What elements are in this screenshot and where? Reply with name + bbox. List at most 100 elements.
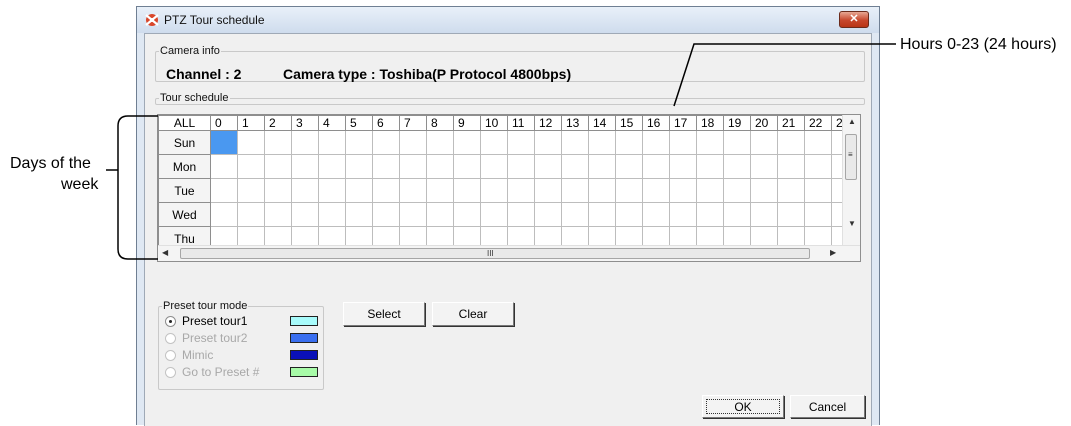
schedule-cell[interactable]	[453, 202, 481, 227]
schedule-cell[interactable]	[669, 202, 697, 227]
schedule-cell[interactable]	[318, 130, 346, 155]
schedule-cell[interactable]	[561, 154, 589, 179]
schedule-cell[interactable]	[372, 202, 400, 227]
schedule-cell[interactable]	[723, 202, 751, 227]
all-button[interactable]: ALL	[158, 115, 211, 131]
schedule-cell[interactable]	[507, 130, 535, 155]
schedule-cell[interactable]	[615, 154, 643, 179]
hour-header-cell[interactable]: 4	[318, 115, 346, 131]
schedule-cell[interactable]	[480, 178, 508, 203]
hour-header-cell[interactable]: 1	[237, 115, 265, 131]
hour-header-cell[interactable]: 11	[507, 115, 535, 131]
scroll-right-arrow-icon[interactable]: ▶	[830, 248, 836, 257]
schedule-cell[interactable]	[750, 178, 778, 203]
schedule-cell[interactable]	[696, 202, 724, 227]
schedule-cell[interactable]	[318, 154, 346, 179]
schedule-cell[interactable]	[399, 154, 427, 179]
hour-header-cell[interactable]: 21	[777, 115, 805, 131]
schedule-cell[interactable]	[534, 154, 562, 179]
vertical-scroll-thumb[interactable]: ≡	[845, 134, 857, 180]
schedule-cell[interactable]	[615, 202, 643, 227]
clear-button[interactable]: Clear	[432, 302, 514, 326]
schedule-cell[interactable]	[507, 154, 535, 179]
hour-header-cell[interactable]: 5	[345, 115, 373, 131]
hour-header-cell[interactable]: 3	[291, 115, 319, 131]
horizontal-scrollbar[interactable]: ◀ III ▶	[158, 245, 860, 261]
schedule-cell[interactable]	[372, 154, 400, 179]
scroll-left-arrow-icon[interactable]: ◀	[162, 248, 168, 257]
scroll-up-arrow-icon[interactable]: ▲	[848, 117, 856, 126]
schedule-cell[interactable]	[291, 202, 319, 227]
schedule-cell[interactable]	[561, 202, 589, 227]
schedule-cell[interactable]	[588, 202, 616, 227]
schedule-cell[interactable]	[372, 130, 400, 155]
schedule-cell[interactable]	[453, 130, 481, 155]
hour-header-cell[interactable]: 12	[534, 115, 562, 131]
ok-button[interactable]: OK	[702, 395, 784, 418]
schedule-cell[interactable]	[426, 154, 454, 179]
schedule-cell[interactable]	[237, 130, 265, 155]
day-header-cell[interactable]: Tue	[158, 178, 211, 203]
schedule-cell[interactable]	[642, 154, 670, 179]
schedule-cell[interactable]	[264, 130, 292, 155]
schedule-cell[interactable]	[750, 202, 778, 227]
preset-option[interactable]: Preset tour1	[165, 314, 325, 330]
schedule-cell[interactable]	[453, 178, 481, 203]
schedule-cell[interactable]	[696, 130, 724, 155]
schedule-cell[interactable]	[480, 202, 508, 227]
schedule-cell[interactable]	[777, 154, 805, 179]
schedule-cell[interactable]	[615, 178, 643, 203]
schedule-cell[interactable]	[480, 130, 508, 155]
select-button[interactable]: Select	[343, 302, 425, 326]
vertical-scrollbar[interactable]: ▲ ≡ ▼	[842, 115, 860, 247]
schedule-cell[interactable]	[480, 154, 508, 179]
schedule-cell[interactable]	[534, 130, 562, 155]
schedule-cell[interactable]	[264, 178, 292, 203]
schedule-cell[interactable]	[777, 178, 805, 203]
schedule-cell[interactable]	[345, 202, 373, 227]
schedule-cell[interactable]	[372, 178, 400, 203]
schedule-cell[interactable]	[723, 178, 751, 203]
schedule-cell[interactable]	[399, 178, 427, 203]
schedule-cell[interactable]	[669, 178, 697, 203]
day-header-cell[interactable]: Wed	[158, 202, 211, 227]
scroll-down-arrow-icon[interactable]: ▼	[848, 219, 856, 228]
schedule-cell[interactable]	[588, 154, 616, 179]
hour-header-cell[interactable]: 9	[453, 115, 481, 131]
schedule-cell[interactable]	[534, 178, 562, 203]
schedule-cell[interactable]	[399, 202, 427, 227]
schedule-cell[interactable]	[804, 154, 832, 179]
radio-button[interactable]	[165, 316, 176, 327]
hour-header-cell[interactable]: 15	[615, 115, 643, 131]
schedule-cell[interactable]	[210, 178, 238, 203]
schedule-cell[interactable]	[777, 130, 805, 155]
hour-header-cell[interactable]: 2	[264, 115, 292, 131]
schedule-cell[interactable]	[345, 154, 373, 179]
schedule-cell[interactable]	[264, 202, 292, 227]
schedule-cell[interactable]	[210, 154, 238, 179]
schedule-cell[interactable]	[669, 154, 697, 179]
schedule-cell[interactable]	[723, 130, 751, 155]
horizontal-scroll-thumb[interactable]: III	[180, 248, 810, 259]
schedule-cell[interactable]	[642, 178, 670, 203]
schedule-cell[interactable]	[696, 154, 724, 179]
schedule-cell[interactable]	[561, 178, 589, 203]
schedule-cell[interactable]	[804, 130, 832, 155]
schedule-cell[interactable]	[804, 178, 832, 203]
schedule-cell[interactable]	[318, 178, 346, 203]
hour-header-cell[interactable]: 19	[723, 115, 751, 131]
schedule-cell[interactable]	[750, 154, 778, 179]
schedule-cell[interactable]	[723, 154, 751, 179]
schedule-cell[interactable]	[291, 178, 319, 203]
close-button[interactable]: ✕	[839, 11, 869, 28]
hour-header-cell[interactable]: 17	[669, 115, 697, 131]
schedule-cell[interactable]	[237, 178, 265, 203]
schedule-cell[interactable]	[696, 178, 724, 203]
schedule-cell[interactable]	[534, 202, 562, 227]
schedule-cell[interactable]	[507, 178, 535, 203]
schedule-cell[interactable]	[291, 154, 319, 179]
hour-header-cell[interactable]: 14	[588, 115, 616, 131]
hour-header-cell[interactable]: 6	[372, 115, 400, 131]
hour-header-cell[interactable]: 8	[426, 115, 454, 131]
hour-header-cell[interactable]: 16	[642, 115, 670, 131]
